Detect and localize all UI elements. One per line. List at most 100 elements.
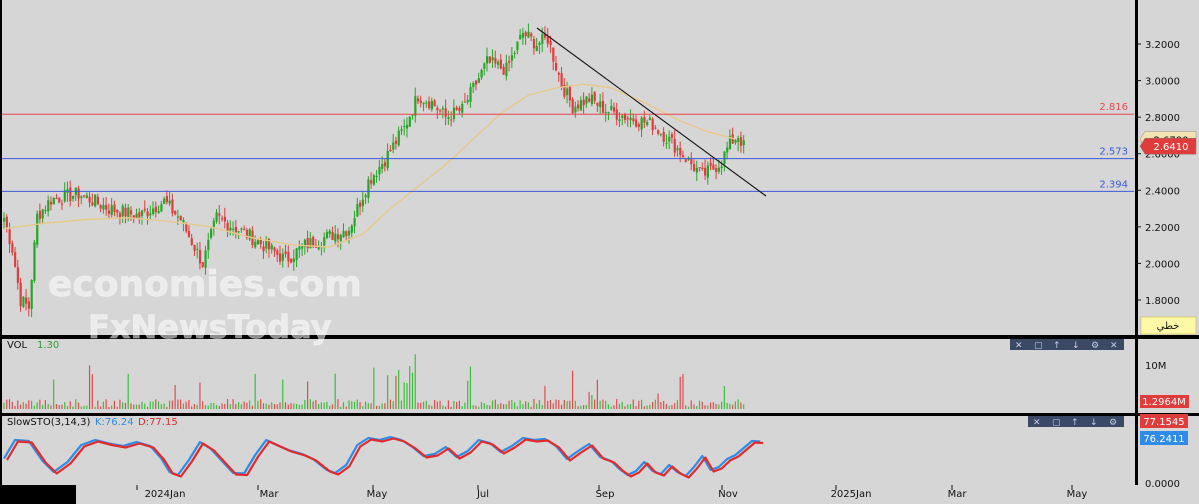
- volume-bar: [447, 400, 449, 409]
- candle-body: [455, 107, 458, 110]
- candle-body: [270, 245, 273, 250]
- candle-body: [118, 213, 122, 218]
- candle-body: [348, 230, 351, 236]
- candle-body: [243, 228, 246, 230]
- settings-icon[interactable]: ⚙: [1091, 341, 1099, 351]
- candle-body: [323, 237, 326, 246]
- volume-bar: [580, 405, 582, 409]
- volume-bar: [39, 399, 41, 409]
- volume-bar: [395, 375, 397, 409]
- volume-bar: [718, 404, 720, 409]
- close-icon[interactable]: ✕: [1015, 341, 1023, 351]
- candle-body: [632, 118, 635, 122]
- candle-body: [55, 198, 58, 200]
- volume-bar: [450, 406, 452, 409]
- volume-bar: [571, 370, 574, 409]
- candle-body: [328, 230, 331, 235]
- candle-body: [635, 119, 638, 127]
- volume-bar: [58, 405, 60, 409]
- candle-body: [102, 205, 105, 210]
- horizontal-level-label: 2.394: [1099, 179, 1128, 190]
- down-arrow-icon[interactable]: ↓: [1090, 418, 1098, 428]
- candle-body: [60, 203, 64, 205]
- close-icon[interactable]: ✕: [1110, 341, 1118, 351]
- candle-body: [513, 52, 516, 54]
- candle-body: [604, 112, 607, 114]
- candle-body: [579, 100, 583, 111]
- volume-bar: [271, 402, 273, 409]
- volume-bar: [480, 402, 483, 409]
- candle-body: [679, 147, 682, 156]
- volume-bar: [560, 404, 563, 409]
- volume-bar: [182, 403, 184, 409]
- candle-body: [541, 34, 544, 44]
- stochastic-k-tag-label: 76.2411: [1143, 434, 1184, 445]
- settings-icon[interactable]: ⚙: [1109, 418, 1117, 428]
- window-icon[interactable]: ▢: [1052, 418, 1061, 428]
- volume-bar: [276, 404, 278, 409]
- volume-bar: [422, 401, 425, 409]
- candle-body: [345, 231, 348, 237]
- candle-body: [113, 204, 116, 213]
- volume-bar: [398, 369, 400, 409]
- volume-bar: [251, 405, 253, 409]
- volume-bar: [729, 403, 731, 409]
- candle-body: [215, 212, 218, 222]
- candle-body: [372, 175, 376, 185]
- candle-body: [312, 236, 315, 247]
- price-tick-label: 3.2000: [1145, 40, 1180, 51]
- volume-bar: [160, 404, 162, 409]
- price-axis: [1138, 0, 1199, 485]
- candle-body: [574, 106, 577, 113]
- volume-bar: [610, 406, 612, 409]
- candle-body: [676, 148, 679, 151]
- up-arrow-icon[interactable]: ↑: [1053, 341, 1061, 351]
- down-arrow-icon[interactable]: ↓: [1072, 341, 1080, 351]
- price-tag-label: 2.6410: [1154, 142, 1189, 153]
- volume-bar: [508, 400, 510, 409]
- candle-body: [588, 98, 591, 102]
- volume-bar: [102, 401, 104, 409]
- candle-body: [149, 213, 152, 216]
- volume-bar: [522, 404, 524, 409]
- volume-bar: [204, 405, 207, 409]
- candle-body: [389, 149, 392, 152]
- candle-body: [557, 72, 560, 75]
- horizontal-level-label: 2.573: [1099, 147, 1128, 158]
- volume-bar: [138, 404, 140, 409]
- volume-bar: [301, 404, 303, 409]
- volume-bar: [86, 405, 88, 409]
- candle-body: [11, 243, 14, 253]
- candle-body: [88, 196, 91, 203]
- volume-bar: [607, 404, 610, 409]
- candle-body: [342, 230, 345, 238]
- volume-bar: [671, 405, 673, 409]
- close-icon[interactable]: ✕: [1128, 418, 1136, 428]
- window-icon[interactable]: ▢: [1034, 341, 1043, 351]
- volume-bar: [469, 366, 472, 409]
- volume-bar: [525, 401, 527, 409]
- volume-bar: [298, 404, 300, 409]
- candle-body: [254, 241, 257, 248]
- volume-bar: [66, 406, 69, 409]
- candle-body: [392, 142, 395, 150]
- candle-body: [36, 213, 39, 245]
- candle-body: [350, 225, 353, 233]
- candle-body: [646, 122, 649, 126]
- volume-bar: [478, 406, 480, 409]
- volume-bar: [235, 403, 237, 409]
- volume-bar: [111, 405, 113, 409]
- linear-scale-label: خطي: [1157, 321, 1180, 332]
- volume-bar: [602, 399, 604, 409]
- volume-bar: [445, 406, 447, 409]
- candle-body: [599, 101, 602, 108]
- candle-body: [196, 248, 199, 250]
- candle-body: [436, 107, 439, 111]
- up-arrow-icon[interactable]: ↑: [1071, 418, 1079, 428]
- close-icon[interactable]: ✕: [1033, 418, 1041, 428]
- candle-body: [96, 196, 100, 205]
- volume-bar: [552, 403, 554, 409]
- candle-body: [336, 234, 340, 240]
- volume-bar: [698, 400, 701, 409]
- candle-body: [648, 117, 652, 121]
